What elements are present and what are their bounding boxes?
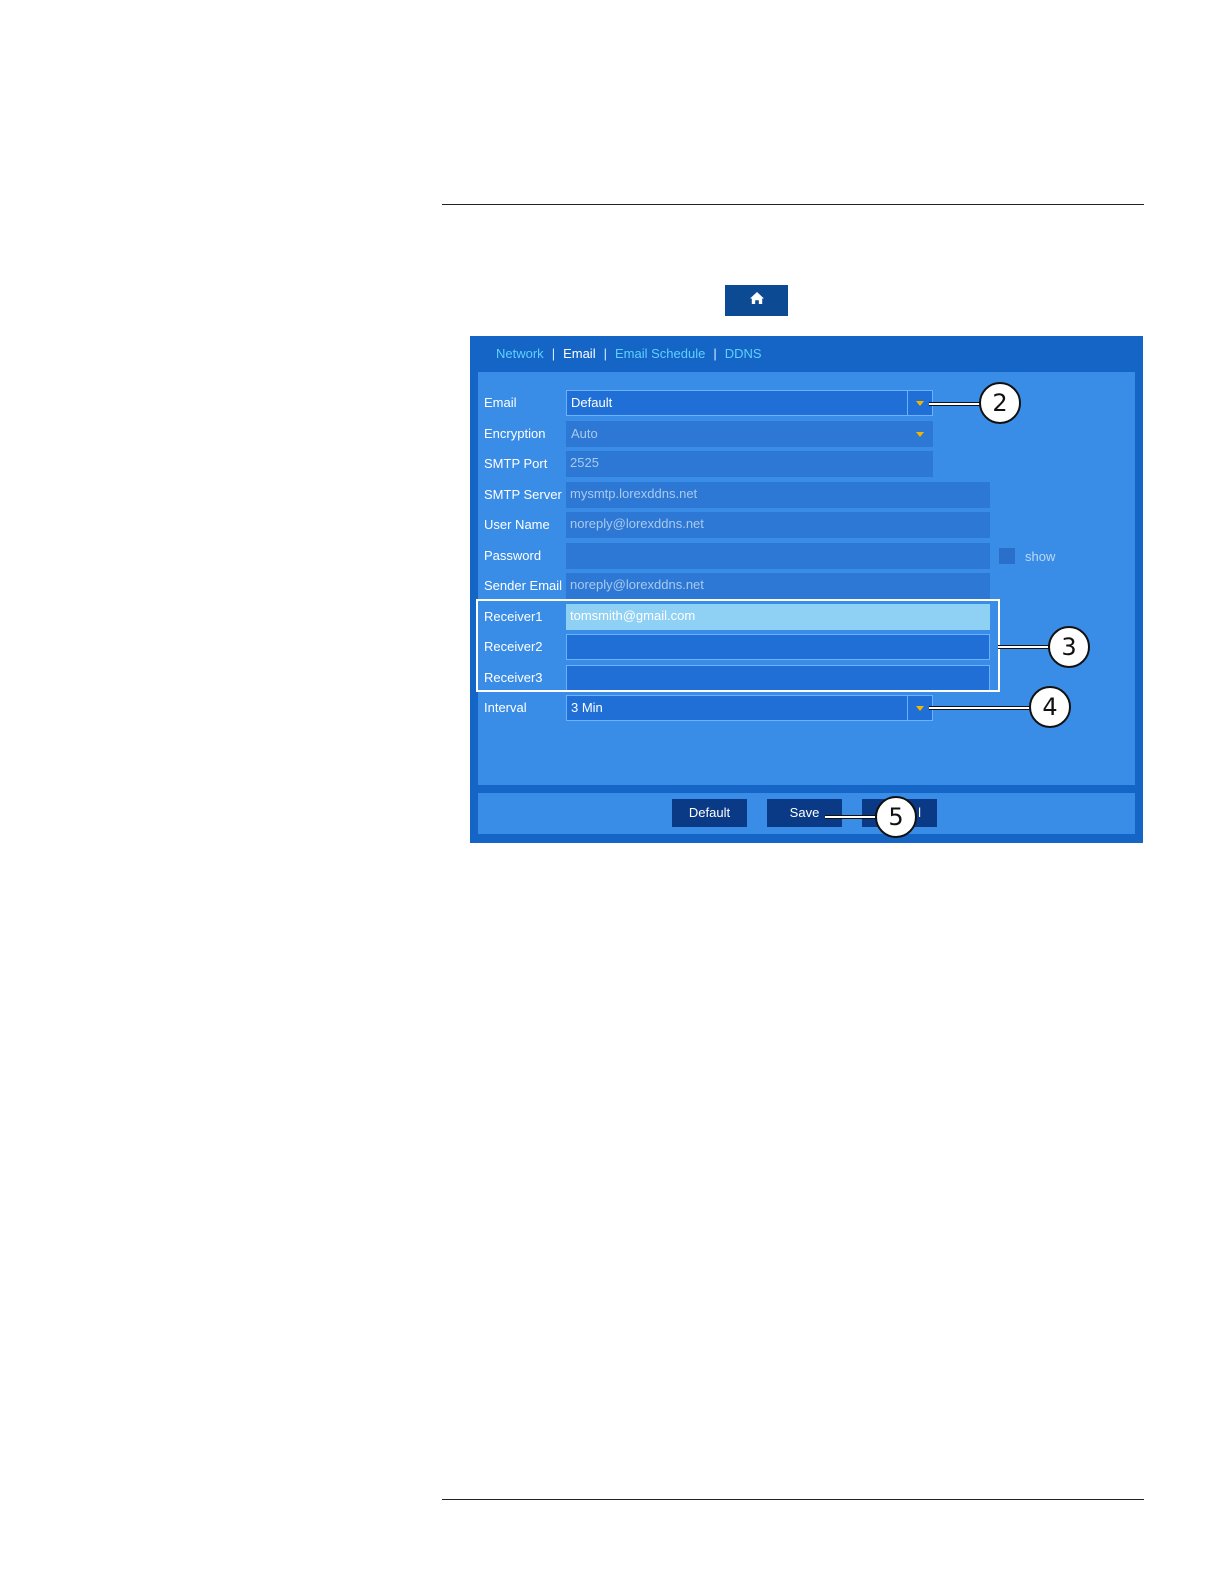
show-password-checkbox[interactable]: [999, 548, 1015, 564]
chevron-down-icon: [908, 422, 932, 446]
email-select-value: Default: [571, 395, 613, 410]
header-rule: [442, 204, 1144, 205]
callout-5-leader: [825, 815, 877, 819]
tab-email[interactable]: Email: [555, 345, 604, 379]
user-name-input[interactable]: noreply@lorexddns.net: [566, 512, 990, 538]
password-input[interactable]: [566, 543, 990, 569]
interval-select[interactable]: 3 Min: [566, 695, 933, 721]
email-label: Email: [484, 395, 517, 410]
encryption-row: Encryption Auto: [478, 421, 1135, 447]
show-password-label: show: [1025, 548, 1056, 564]
encryption-select-value: Auto: [571, 426, 598, 441]
callout-3: 3: [1048, 626, 1090, 668]
password-label: Password: [484, 548, 542, 563]
email-row: Email Default: [478, 390, 1135, 416]
email-select[interactable]: Default: [566, 390, 933, 416]
user-name-label: User Name: [484, 517, 550, 532]
default-button[interactable]: Default: [672, 799, 747, 827]
sender-email-label: Sender Email: [484, 578, 563, 593]
callout-4: 4: [1029, 686, 1071, 728]
user-name-row: User Name noreply@lorexddns.net: [478, 512, 1135, 538]
callout-3-leader: [998, 645, 1050, 649]
footer-rule: [442, 1499, 1144, 1500]
smtp-port-row: SMTP Port 2525: [478, 451, 1135, 477]
tab-email-schedule[interactable]: Email Schedule: [607, 345, 713, 371]
receivers-highlight-frame: [476, 599, 1000, 692]
callout-5: 5: [875, 796, 917, 838]
sender-email-row: Sender Email noreply@lorexddns.net: [478, 573, 1135, 599]
tab-network[interactable]: Network: [488, 345, 552, 371]
home-button[interactable]: [725, 285, 788, 316]
settings-tabs: Network | Email | Email Schedule | DDNS: [488, 345, 770, 379]
callout-2-leader: [929, 402, 981, 406]
email-settings-panel: Network | Email | Email Schedule | DDNS …: [470, 336, 1143, 843]
encryption-label: Encryption: [484, 426, 546, 441]
show-password-toggle[interactable]: show: [999, 543, 1055, 569]
callout-2: 2: [979, 382, 1021, 424]
tab-ddns[interactable]: DDNS: [717, 345, 770, 371]
smtp-port-label: SMTP Port: [484, 456, 548, 471]
interval-select-value: 3 Min: [571, 700, 603, 715]
encryption-select[interactable]: Auto: [566, 421, 933, 447]
footer-bar: Default Save l: [478, 793, 1135, 834]
smtp-port-input[interactable]: 2525: [566, 451, 933, 477]
smtp-server-row: SMTP Server mysmtp.lorexddns.net: [478, 482, 1135, 508]
save-button[interactable]: Save: [767, 799, 842, 827]
callout-4-leader: [929, 706, 1031, 710]
interval-label: Interval: [484, 700, 527, 715]
password-row: Password show: [478, 543, 1135, 569]
smtp-server-label: SMTP Server: [484, 487, 562, 502]
sender-email-input[interactable]: noreply@lorexddns.net: [566, 573, 990, 599]
home-icon: [749, 291, 765, 310]
smtp-server-input[interactable]: mysmtp.lorexddns.net: [566, 482, 990, 508]
